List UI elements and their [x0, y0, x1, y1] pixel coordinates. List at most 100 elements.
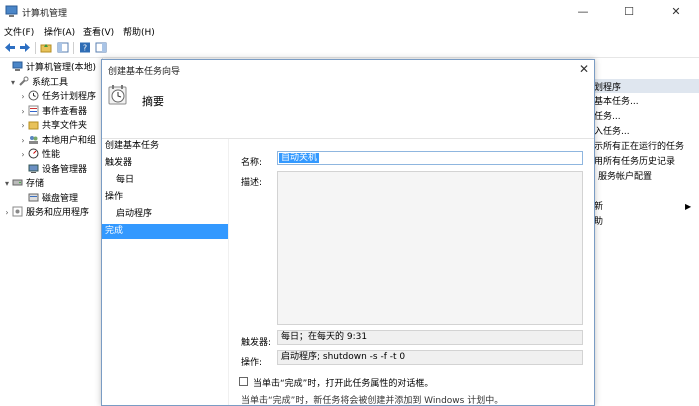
tree-item-label: 设备管理器: [42, 164, 88, 175]
expand-arrow-icon[interactable]: ›: [18, 105, 28, 119]
tree-item[interactable]: › 服务和应用程序: [2, 206, 89, 220]
action-item[interactable]: 新: [594, 200, 699, 214]
console-tree: 计算机管理(本地) ▾ 系统工具 › 任务计划程序 › 事件查看器 › 共享文件夹 › 本地用户和组…: [0, 58, 103, 400]
tree-item-label: 计算机管理(本地): [26, 63, 97, 73]
wizard-step-label: 每日: [116, 175, 135, 185]
description-field[interactable]: [277, 171, 583, 325]
action-item[interactable]: 示所有正在运行的任务: [594, 140, 699, 154]
expand-arrow-icon[interactable]: ▾: [2, 177, 12, 191]
tree-item-label: 服务和应用程序: [26, 208, 90, 218]
computer-management-icon: [5, 5, 18, 17]
action-item[interactable]: [594, 185, 699, 199]
actions-header: 划程序: [594, 79, 699, 93]
tree-item-label: 共享文件夹: [42, 121, 88, 131]
actions-header-label: 划程序: [594, 83, 622, 93]
trigger-label: 触发器:: [241, 338, 272, 348]
menu-action[interactable]: 操作(A): [44, 25, 75, 38]
name-value: 自动关机: [279, 153, 320, 163]
menu-help[interactable]: 帮助(H): [123, 25, 155, 38]
tree-item[interactable]: ▾ 存储: [2, 177, 44, 191]
toolbar: ?: [0, 39, 699, 58]
wizard-step: 启动程序: [102, 207, 228, 222]
action-item[interactable]: 用所有任务历史记录: [594, 155, 699, 169]
tree-item[interactable]: ▾ 系统工具: [8, 76, 68, 90]
trigger-value: 每日；在每天的 9:31: [277, 330, 583, 345]
tree-item[interactable]: › 任务计划程序: [18, 90, 96, 104]
action-item-label: 任务...: [594, 112, 621, 122]
tree-item-label: 本地用户和组: [42, 135, 97, 146]
expand-arrow-icon[interactable]: ›: [18, 90, 28, 104]
wizard-step: 创建基本任务: [102, 139, 228, 154]
create-basic-task-wizard: 创建基本任务向导 ✕ 摘要 创建基本任务 触发器 每日 操作 启动程序 完成 名称: 自动…: [101, 59, 595, 406]
title-bar: 计算机管理 — ☐ ✕: [0, 0, 699, 25]
menu-bar: 文件(F) 操作(A) 查看(V) 帮助(H): [0, 24, 699, 39]
wizard-step: 操作: [102, 190, 228, 205]
expand-arrow-icon[interactable]: ›: [18, 134, 28, 148]
expand-arrow-icon[interactable]: ▾: [8, 76, 18, 90]
menu-file[interactable]: 文件(F): [4, 25, 34, 38]
tree-item[interactable]: 计算机管理(本地): [2, 61, 96, 75]
toolbar-separator: [35, 42, 36, 54]
actions-pane: 划程序 基本任务... 任务... 入任务... 示所有正在运行的任务用所有任务历史记…: [594, 58, 699, 400]
forward-button[interactable]: [18, 41, 31, 54]
action-item[interactable]: 服务帐户配置: [594, 170, 699, 184]
tree-item[interactable]: › 共享文件夹: [18, 119, 87, 133]
description-label: 描述:: [241, 178, 263, 188]
event-icon: [28, 105, 39, 116]
wizard-step: 触发器: [102, 156, 228, 171]
maximize-button[interactable]: ☐: [606, 0, 652, 24]
tree-item-label: 磁盘管理: [42, 193, 79, 204]
wizard-step-label: 启动程序: [116, 209, 153, 219]
menu-view[interactable]: 查看(V): [83, 25, 114, 38]
tree-item[interactable]: › 事件查看器: [18, 105, 87, 119]
device-icon: [28, 163, 39, 174]
performance-icon: [28, 148, 39, 159]
name-label: 名称:: [241, 158, 263, 168]
back-button[interactable]: [3, 41, 16, 54]
console-tree-icon: [57, 42, 68, 53]
action-item[interactable]: 入任务...: [594, 125, 699, 139]
action-item[interactable]: 任务...: [594, 110, 699, 124]
name-field[interactable]: 自动关机: [277, 151, 583, 165]
tree-item[interactable]: › 本地用户和组: [18, 134, 96, 148]
action-item[interactable]: 助: [594, 215, 699, 229]
tree-item[interactable]: › 性能: [18, 148, 60, 162]
properties-icon: [95, 42, 106, 53]
close-button[interactable]: ✕: [653, 0, 699, 24]
tree-item[interactable]: 设备管理器: [18, 163, 87, 177]
forward-arrow-icon: [19, 43, 30, 52]
task-clock-icon: [108, 85, 127, 105]
back-arrow-icon: [4, 43, 15, 52]
action-item[interactable]: 基本任务...: [594, 95, 699, 109]
action-item-label: 示所有正在运行的任务: [594, 142, 685, 152]
expand-arrow-icon[interactable]: ›: [18, 148, 28, 162]
wizard-step-label: 完成: [105, 226, 124, 236]
open-properties-label: 当单击“完成”时，打开此任务属性的对话框。: [253, 379, 434, 389]
up-folder-button[interactable]: [39, 41, 52, 54]
expand-arrow-icon[interactable]: ›: [2, 206, 12, 220]
wizard-step-label: 创建基本任务: [105, 141, 160, 151]
minimize-button[interactable]: —: [560, 0, 606, 24]
tree-item-label: 事件查看器: [42, 106, 88, 117]
wizard-header: 摘要: [102, 80, 594, 139]
tree-item[interactable]: 磁盘管理: [18, 192, 78, 206]
properties-button[interactable]: [94, 41, 107, 54]
folder-icon: [28, 119, 39, 130]
toolbar-separator: [73, 42, 74, 54]
action-item-label: 服务帐户配置: [598, 172, 653, 182]
help-button[interactable]: ?: [78, 41, 91, 54]
wizard-page-title: 摘要: [142, 95, 164, 108]
window-title: 计算机管理: [22, 9, 68, 19]
show-hide-tree-button[interactable]: [56, 41, 69, 54]
expand-arrow-icon[interactable]: ›: [18, 119, 28, 133]
wizard-step-label: 触发器: [105, 158, 133, 168]
tree-item-label: 存储: [26, 179, 45, 189]
folder-up-icon: [40, 44, 51, 53]
action-item-label: 入任务...: [594, 127, 630, 137]
open-properties-checkbox[interactable]: [239, 377, 248, 386]
disk-icon: [28, 192, 39, 203]
tools-icon: [18, 76, 29, 87]
dialog-close-button[interactable]: ✕: [574, 60, 594, 78]
action-value: 启动程序; shutdown -s -f -t 0: [277, 350, 583, 365]
wizard-steps: 创建基本任务 触发器每日操作启动程序完成: [102, 139, 228, 405]
